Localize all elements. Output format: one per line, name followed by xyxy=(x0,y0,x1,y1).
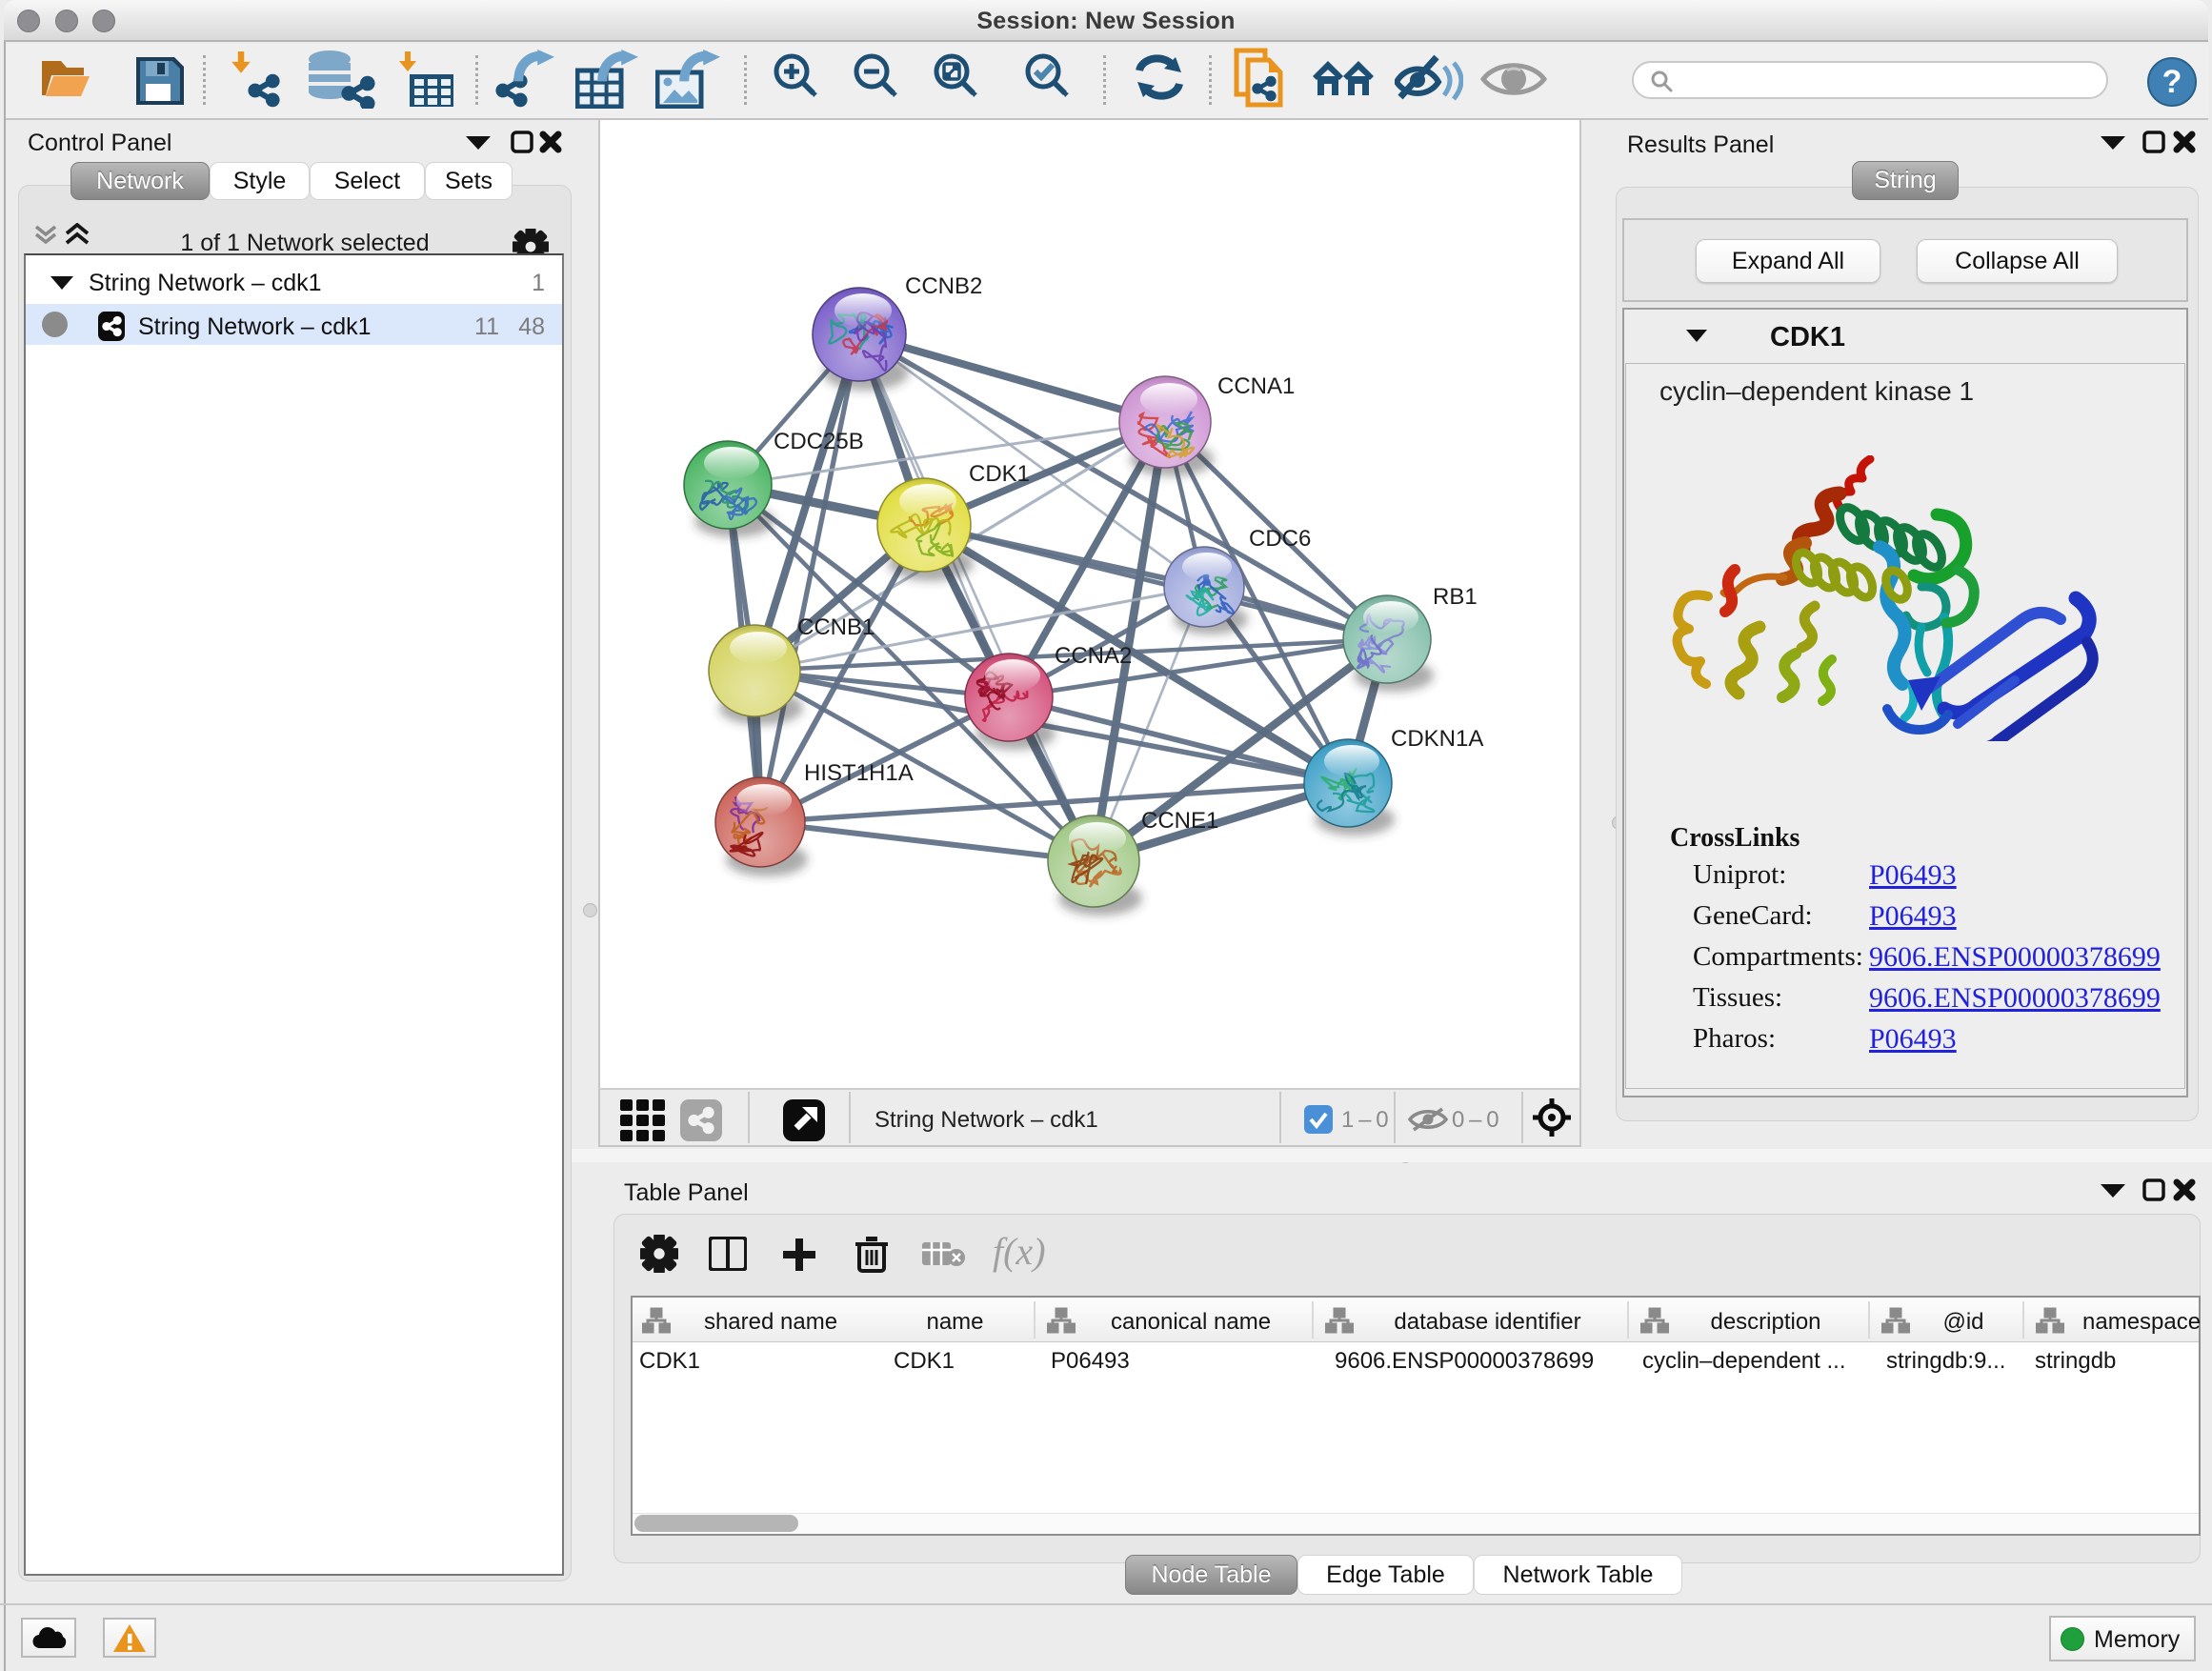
svg-text:?: ? xyxy=(2162,64,2182,100)
